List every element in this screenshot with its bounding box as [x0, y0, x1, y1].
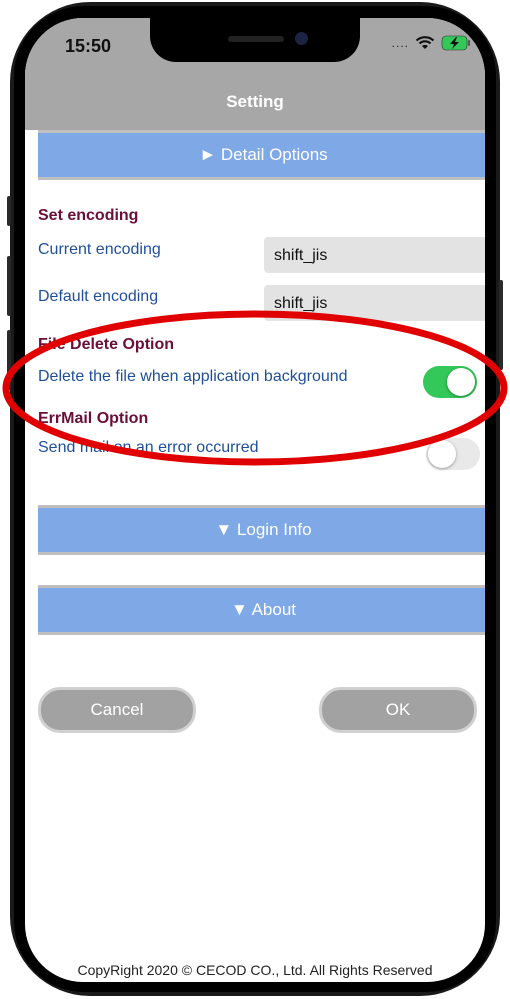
file-delete-section-title: File Delete Option — [38, 336, 175, 353]
file-delete-toggle[interactable] — [423, 366, 477, 398]
default-encoding-label: Default encoding — [38, 288, 159, 305]
toggle-knob — [428, 440, 456, 468]
detail-options-button[interactable]: ► Detail Options — [38, 130, 485, 180]
volume-down-button — [7, 330, 11, 390]
speaker — [228, 36, 284, 42]
file-delete-label: Delete the file when application backgro… — [38, 368, 348, 385]
encoding-section-title: Set encoding — [38, 207, 139, 224]
default-encoding-field[interactable]: shift_jis — [264, 285, 485, 321]
battery-charging-icon — [441, 35, 470, 51]
wifi-icon — [415, 36, 435, 49]
status-icons: .... — [392, 35, 471, 51]
about-button[interactable]: ▼ About — [38, 585, 485, 635]
current-encoding-label: Current encoding — [38, 241, 161, 258]
errmail-label: Send mail on an error occurred — [38, 439, 259, 456]
ok-button[interactable]: OK — [319, 687, 477, 733]
volume-up-button — [7, 256, 11, 316]
navigation-header: 15:50 .... Setting — [25, 18, 485, 130]
page-title: Setting — [226, 92, 284, 111]
login-info-button[interactable]: ▼ Login Info — [38, 505, 485, 555]
power-button — [499, 280, 503, 370]
signal-icon: .... — [391, 36, 409, 50]
status-time: 15:50 — [65, 36, 112, 56]
notch — [150, 18, 360, 62]
errmail-toggle[interactable] — [426, 438, 480, 470]
current-encoding-field[interactable]: shift_jis — [264, 237, 485, 273]
app-screen: 15:50 .... Setting ► Detail Options Set … — [25, 18, 485, 982]
copyright-footer: CopyRight 2020 © CECOD CO., Ltd. All Rig… — [77, 962, 433, 978]
errmail-section-title: ErrMail Option — [38, 410, 149, 427]
silent-switch — [7, 196, 11, 226]
camera — [295, 32, 308, 45]
cancel-button[interactable]: Cancel — [38, 687, 196, 733]
toggle-knob — [447, 368, 475, 396]
